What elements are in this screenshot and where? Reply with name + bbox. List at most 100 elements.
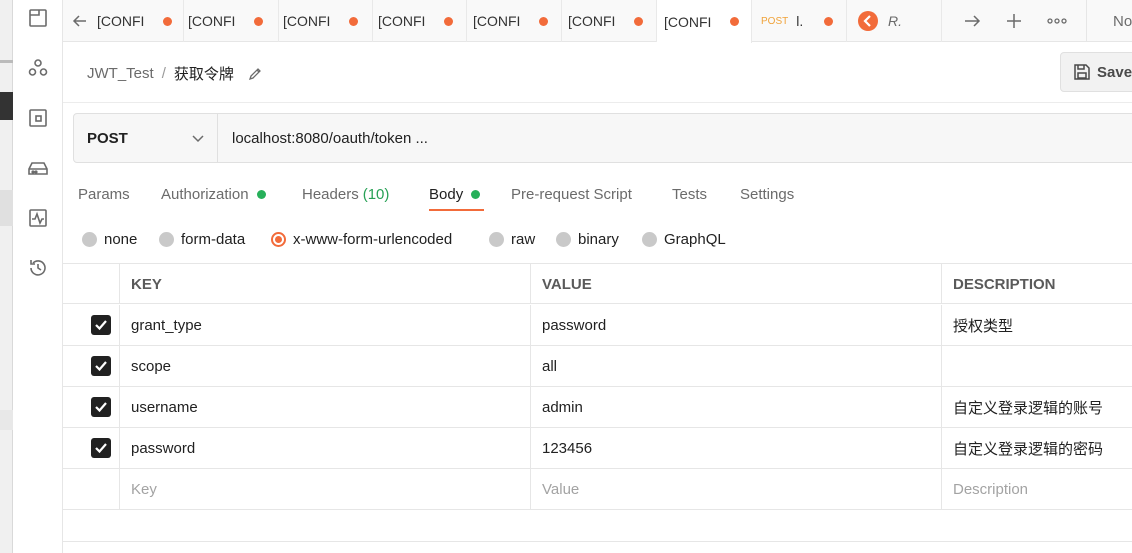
unsaved-dot — [730, 17, 739, 26]
tab-method: POST — [761, 15, 789, 27]
status-dot — [256, 189, 266, 199]
row-description[interactable] — [941, 346, 1132, 386]
radio-circle — [642, 231, 657, 247]
save-button[interactable]: Save — [1060, 52, 1132, 92]
unsaved-dot — [163, 16, 172, 26]
row-key[interactable]: password — [119, 428, 530, 468]
tab-headers-label: Headers — [302, 185, 359, 203]
tab-label: [CONFI — [188, 13, 236, 29]
runner-tab[interactable]: R. — [847, 0, 942, 42]
request-tab[interactable]: [CONFI — [562, 0, 657, 42]
edit-pencil-icon[interactable] — [248, 66, 263, 81]
body-type-none-radio[interactable]: none — [82, 229, 137, 249]
radio-label: binary — [578, 230, 619, 248]
tab-prerequest-script[interactable]: Pre-request Script — [511, 183, 632, 205]
mock-servers-icon[interactable] — [27, 157, 49, 179]
table-row: grant_type password 授权类型 — [63, 305, 1132, 346]
request-tab[interactable]: [CONFI — [279, 0, 373, 42]
tab-authorization[interactable]: Authorization — [161, 183, 266, 205]
request-name[interactable]: 获取令牌 — [174, 63, 234, 84]
row-description[interactable]: 授权类型 — [941, 305, 1132, 345]
collections-icon[interactable] — [27, 7, 49, 29]
background-window-edge — [0, 0, 13, 553]
new-description-input[interactable]: Description — [941, 469, 1132, 509]
row-description[interactable]: 自定义登录逻辑的密码 — [941, 428, 1132, 468]
unsaved-dot — [539, 16, 548, 26]
row-checkbox-cell — [63, 387, 119, 427]
tab-params[interactable]: Params — [78, 183, 130, 205]
row-checkbox[interactable] — [91, 315, 111, 335]
method-label: POST — [87, 129, 128, 147]
row-key[interactable]: username — [119, 387, 530, 427]
header-divider — [63, 102, 1132, 103]
radio-circle — [82, 231, 97, 247]
tab-bar: [CONFI [CONFI [CONFI [CONFI [CONFI [CONF… — [63, 0, 1132, 43]
monitors-icon[interactable] — [27, 207, 49, 229]
apis-icon[interactable] — [27, 57, 49, 79]
tab-label: [CONFI — [664, 13, 712, 30]
row-value[interactable]: password — [530, 305, 941, 345]
header-check-cell — [63, 264, 119, 304]
method-selector[interactable]: POST — [74, 114, 218, 162]
unsaved-dot — [444, 16, 453, 26]
back-arrow-icon[interactable] — [69, 0, 91, 42]
radio-label: GraphQL — [664, 230, 726, 248]
row-value[interactable]: admin — [530, 387, 941, 427]
forward-arrow-icon[interactable] — [958, 0, 986, 42]
unsaved-dot — [254, 16, 263, 26]
radio-circle-selected — [271, 231, 286, 247]
table-row: username admin 自定义登录逻辑的账号 — [63, 387, 1132, 428]
radio-label: x-www-form-urlencoded — [293, 230, 453, 248]
new-value-input[interactable]: Value — [530, 469, 941, 509]
row-checkbox-cell — [63, 428, 119, 468]
body-type-binary-radio[interactable]: binary — [556, 229, 619, 249]
table-row: password 123456 自定义登录逻辑的密码 — [63, 428, 1132, 469]
request-tab-active[interactable]: [CONFI — [657, 0, 752, 43]
tab-body[interactable]: Body — [429, 183, 481, 205]
url-input[interactable]: localhost:8080/oauth/token ... — [232, 114, 428, 162]
radio-circle — [159, 231, 174, 247]
row-checkbox[interactable] — [91, 356, 111, 376]
edge-mark — [0, 60, 13, 63]
row-value[interactable]: all — [530, 346, 941, 386]
save-label: Save — [1097, 63, 1132, 81]
more-options-icon[interactable] — [1043, 0, 1071, 42]
body-type-raw-radio[interactable]: raw — [489, 229, 535, 249]
request-tab[interactable]: [CONFI — [91, 0, 184, 42]
radio-circle — [489, 231, 504, 247]
tab-label: [CONFI — [283, 13, 331, 29]
tab-params-label: Params — [78, 185, 130, 203]
headers-count: (10) — [362, 185, 390, 203]
post-request-tab[interactable]: POST l. — [752, 0, 847, 42]
tab-headers[interactable]: Headers (10) — [302, 183, 389, 205]
header-key: KEY — [119, 264, 530, 304]
breadcrumb-collection[interactable]: JWT_Test — [87, 65, 154, 82]
body-type-urlencoded-radio[interactable]: x-www-form-urlencoded — [271, 229, 452, 249]
row-key[interactable]: grant_type — [119, 305, 530, 345]
tab-tests[interactable]: Tests — [672, 183, 707, 205]
edge-mark — [0, 92, 13, 120]
row-value[interactable]: 123456 — [530, 428, 941, 468]
row-key[interactable]: scope — [119, 346, 530, 386]
new-tab-plus-icon[interactable] — [1000, 0, 1028, 42]
request-tab[interactable]: [CONFI — [373, 0, 467, 42]
new-key-input[interactable]: Key — [119, 469, 530, 509]
tab-label: R. — [888, 13, 902, 29]
tab-label: [CONFI — [473, 13, 521, 29]
request-tab[interactable]: [CONFI — [467, 0, 562, 42]
tab-label: [CONFI — [568, 13, 616, 29]
edge-mark — [0, 410, 13, 430]
body-type-graphql-radio[interactable]: GraphQL — [642, 229, 726, 249]
edge-mark — [0, 190, 13, 226]
request-tab[interactable]: [CONFI — [184, 0, 279, 42]
row-checkbox[interactable] — [91, 438, 111, 458]
history-icon[interactable] — [27, 257, 49, 279]
environment-selector[interactable]: No — [1113, 0, 1132, 42]
breadcrumb-separator: / — [161, 64, 166, 82]
environments-icon[interactable] — [27, 107, 49, 129]
row-checkbox[interactable] — [91, 397, 111, 417]
body-type-form-data-radio[interactable]: form-data — [159, 229, 245, 249]
row-description[interactable]: 自定义登录逻辑的账号 — [941, 387, 1132, 427]
tab-settings[interactable]: Settings — [740, 183, 794, 205]
save-icon — [1074, 64, 1090, 80]
